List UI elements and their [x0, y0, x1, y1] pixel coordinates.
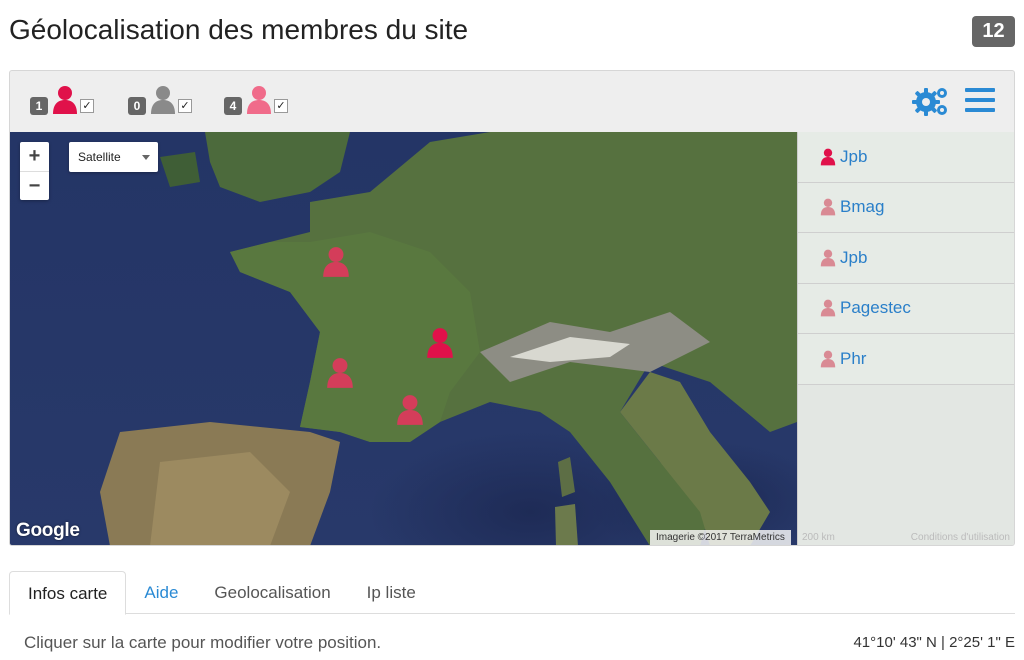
member-name: Jpb	[840, 146, 868, 166]
user-icon	[820, 148, 836, 166]
member-item[interactable]: Pagestec	[798, 283, 1014, 334]
tab-aide[interactable]: Aide	[126, 571, 196, 614]
zoom-control: + −	[20, 142, 49, 200]
zoom-in-button[interactable]: +	[20, 142, 49, 171]
filter-checkbox[interactable]: ✓	[178, 99, 192, 113]
user-icon	[820, 299, 836, 317]
user-icon	[53, 86, 77, 114]
filter-count: 0	[128, 97, 146, 115]
satellite-map[interactable]: + − Satellite Google Imagerie ©2017 Terr…	[10, 132, 797, 545]
map-footer: 200 km Conditions d'utilisation	[798, 530, 1014, 545]
member-list: Jpb Bmag Jpb Pagestec Phr 200 km Conditi…	[797, 132, 1014, 545]
user-icon	[151, 86, 175, 114]
filter-checkbox[interactable]: ✓	[80, 99, 94, 113]
filter-checkbox[interactable]: ✓	[274, 99, 288, 113]
map-type-label: Satellite	[78, 150, 121, 164]
coordinates-readout: 41°10' 43" N | 2°25' 1" E	[853, 634, 1015, 651]
tab-geolocalisation[interactable]: Geolocalisation	[196, 571, 348, 614]
menu-icon[interactable]	[965, 85, 995, 115]
tab-ip-liste[interactable]: Ip liste	[349, 571, 434, 614]
member-marker[interactable]	[326, 357, 354, 389]
filter-group-three[interactable]: 4 ✓	[224, 85, 288, 115]
map-attribution: Imagerie ©2017 TerraMetrics	[650, 530, 791, 545]
filter-count: 4	[224, 97, 242, 115]
filter-admin[interactable]: 1 ✓	[30, 85, 94, 115]
map-scale: 200 km	[802, 532, 835, 543]
google-logo: Google	[16, 520, 80, 541]
tab-bar: Infos carte Aide Geolocalisation Ip list…	[9, 571, 1015, 615]
member-item[interactable]: Phr	[798, 334, 1014, 385]
page-title: Géolocalisation des membres du site	[9, 14, 469, 45]
member-name: Bmag	[840, 197, 885, 217]
member-marker[interactable]	[396, 394, 424, 426]
member-marker[interactable]	[322, 246, 350, 278]
map-terms-link[interactable]: Conditions d'utilisation	[911, 530, 1010, 545]
user-icon	[820, 249, 836, 267]
user-icon	[247, 86, 271, 114]
help-text: Cliquer sur la carte pour modifier votre…	[24, 633, 382, 652]
member-count-badge: 12	[972, 16, 1015, 47]
zoom-out-button[interactable]: −	[20, 171, 49, 200]
filter-count: 1	[30, 97, 48, 115]
member-name: Phr	[840, 348, 867, 368]
map-type-select[interactable]: Satellite	[69, 142, 158, 172]
member-item[interactable]: Jpb	[798, 233, 1014, 284]
chevron-down-icon	[142, 155, 150, 160]
user-icon	[820, 198, 836, 216]
map-terrain	[100, 132, 797, 545]
settings-gears-icon[interactable]	[912, 85, 950, 117]
member-marker[interactable]	[426, 327, 454, 359]
map-panel: 1 ✓ 0 ✓ 4 ✓ + − Satellite Google Imageri…	[9, 70, 1015, 546]
tab-infos-carte[interactable]: Infos carte	[9, 571, 127, 615]
member-item[interactable]: Bmag	[798, 182, 1014, 233]
member-name: Jpb	[840, 247, 868, 267]
user-icon	[820, 350, 836, 368]
member-item[interactable]: Jpb	[798, 132, 1014, 183]
filter-group-two[interactable]: 0 ✓	[128, 85, 192, 115]
member-name: Pagestec	[840, 298, 911, 318]
